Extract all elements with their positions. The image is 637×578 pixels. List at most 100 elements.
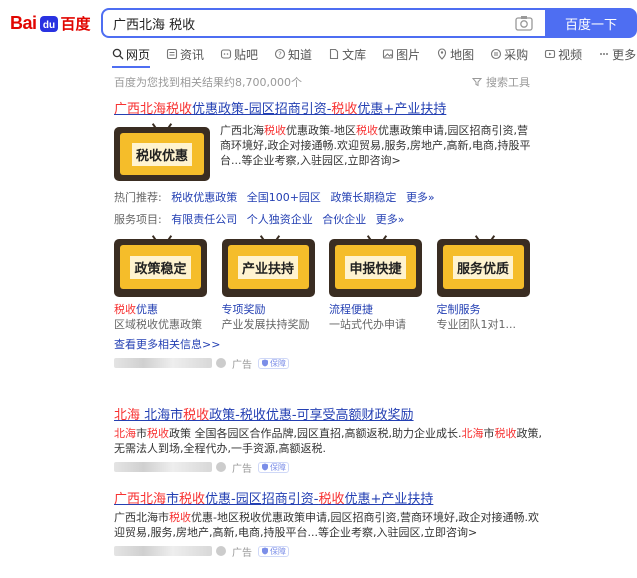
result-description: 北海市税收政策 全国各园区合作品牌,园区直招,高额返税,助力企业成长.北海市税收… bbox=[114, 426, 544, 456]
desc-highlight: 北海 bbox=[461, 427, 484, 440]
paw-icon: du bbox=[39, 16, 58, 32]
tab-label: 文库 bbox=[342, 47, 367, 62]
search-tools-label: 搜索工具 bbox=[486, 76, 530, 89]
badge-text: 保障 bbox=[270, 462, 286, 472]
map-icon bbox=[438, 48, 447, 60]
search-icon bbox=[112, 48, 124, 60]
tab-purchase[interactable]: 采购 bbox=[490, 44, 528, 64]
tab-label: 视频 bbox=[558, 47, 583, 62]
title-highlight: 税收 bbox=[318, 492, 345, 507]
service-cards: 政策稳定 税收优惠 区域税收优惠政策 产业扶持 专项奖励 产业发展扶持奖励 申报… bbox=[114, 235, 544, 332]
hot-more-link[interactable]: 更多» bbox=[406, 191, 435, 204]
search-tabs: 网页 资讯 贴吧 ? 知道 文库 图片 地图 采购 视频 更多 bbox=[112, 44, 637, 68]
search-button[interactable]: 百度一下 bbox=[545, 8, 637, 38]
result-title[interactable]: 北海 北海市税收政策-税收优惠-可享受高额财政奖励 bbox=[114, 404, 544, 423]
desc-text: 政策 全国各园区合作品牌,园区直招,高额返税,助力企业成长. bbox=[169, 427, 462, 440]
card-desc: 专业团队1对1... bbox=[436, 318, 517, 331]
blurred-url bbox=[114, 462, 212, 472]
tab-tieba[interactable]: 贴吧 bbox=[220, 44, 258, 64]
tab-label: 知道 bbox=[288, 47, 313, 62]
tab-image[interactable]: 图片 bbox=[382, 44, 420, 64]
tab-label: 更多 bbox=[612, 47, 637, 62]
tab-more[interactable]: 更多 bbox=[598, 44, 636, 64]
title-text: 优惠政策-园区招商引资- bbox=[192, 102, 332, 117]
guarantee-badge[interactable]: 保障 bbox=[258, 357, 289, 369]
hot-link[interactable]: 全国100+园区 bbox=[247, 191, 321, 204]
filter-icon bbox=[472, 78, 482, 87]
news-icon bbox=[166, 48, 178, 60]
tab-web[interactable]: 网页 bbox=[112, 44, 151, 68]
card-image-text: 服务优质 bbox=[452, 255, 513, 279]
result-title[interactable]: 广西北海税收优惠政策-园区招商引资-税收优惠+产业扶持 bbox=[114, 98, 544, 117]
service-card[interactable]: 产业扶持 专项奖励 产业发展扶持奖励 bbox=[221, 235, 324, 332]
search-input[interactable] bbox=[103, 10, 483, 36]
card-title[interactable]: 定制服务 bbox=[437, 303, 539, 317]
tab-label: 网页 bbox=[126, 47, 151, 62]
service-more-link[interactable]: 更多» bbox=[376, 213, 405, 226]
thumbnail-text: 税收优惠 bbox=[131, 142, 192, 166]
card-desc: 产业发展扶持奖励 bbox=[221, 318, 310, 331]
hot-link[interactable]: 税收优惠政策 bbox=[171, 191, 237, 204]
baidu-logo[interactable]: Bai du 百度 bbox=[10, 10, 91, 36]
tab-label: 采购 bbox=[504, 47, 529, 62]
guarantee-badge[interactable]: 保障 bbox=[258, 545, 289, 557]
ad-source-line: 广告 保障 bbox=[114, 544, 544, 559]
camera-icon[interactable] bbox=[515, 15, 533, 31]
card-title-text: 定制服务 bbox=[436, 303, 481, 316]
svg-text:?: ? bbox=[278, 51, 282, 59]
ad-source-line: 广告 保障 bbox=[114, 460, 544, 475]
guarantee-badge[interactable]: 保障 bbox=[258, 461, 289, 473]
service-items-row: 服务项目: 有限责任公司 个人独资企业 合伙企业 更多» bbox=[114, 211, 544, 227]
ad-label[interactable]: 广告 bbox=[232, 356, 252, 371]
tab-news[interactable]: 资讯 bbox=[166, 44, 204, 64]
desc-text: 市 bbox=[483, 427, 495, 440]
card-title[interactable]: 专项奖励 bbox=[222, 303, 324, 317]
desc-text: 市 bbox=[136, 427, 147, 440]
title-text: 政策-税收优惠-可享受高额财政奖励 bbox=[209, 408, 414, 423]
desc-text: 优惠政策-地区 bbox=[286, 124, 356, 137]
purchase-icon bbox=[491, 48, 502, 60]
hot-link[interactable]: 政策长期稳定 bbox=[330, 191, 396, 204]
tab-map[interactable]: 地图 bbox=[436, 44, 474, 64]
service-card[interactable]: 政策稳定 税收优惠 区域税收优惠政策 bbox=[114, 235, 216, 332]
card-title[interactable]: 流程便捷 bbox=[329, 303, 431, 317]
blurred-url bbox=[114, 546, 212, 556]
card-title-text: 优惠 bbox=[136, 303, 158, 316]
desc-highlight: 税收 bbox=[494, 427, 517, 440]
more-info-link[interactable]: 查看更多相关信息>> bbox=[114, 336, 544, 352]
shield-icon bbox=[262, 463, 268, 471]
search-box[interactable] bbox=[101, 8, 545, 38]
info-icon[interactable] bbox=[216, 546, 226, 556]
desc-text: 广西北海 bbox=[220, 124, 264, 137]
card-desc: 一站式代办申请 bbox=[329, 318, 406, 331]
desc-text: 广西北海市 bbox=[114, 511, 169, 524]
info-icon[interactable] bbox=[216, 462, 226, 472]
service-card[interactable]: 服务优质 定制服务 专业团队1对1... bbox=[436, 235, 539, 332]
card-image-text: 政策稳定 bbox=[130, 255, 191, 279]
hot-label: 热门推荐: bbox=[114, 191, 162, 204]
service-card[interactable]: 申报快捷 流程便捷 一站式代办申请 bbox=[329, 235, 431, 332]
result-title[interactable]: 广西北海市税收优惠-园区招商引资-税收优惠+产业扶持 bbox=[114, 488, 544, 507]
card-title[interactable]: 税收优惠 bbox=[114, 303, 216, 317]
tab-wenku[interactable]: 文库 bbox=[328, 44, 366, 64]
tab-zhidao[interactable]: ? 知道 bbox=[274, 44, 312, 64]
title-highlight: 北海 bbox=[114, 408, 141, 423]
result-thumbnail[interactable]: 税收优惠 bbox=[114, 123, 210, 183]
tab-label: 资讯 bbox=[180, 47, 205, 62]
ad-label[interactable]: 广告 bbox=[232, 460, 252, 475]
service-link[interactable]: 合伙企业 bbox=[322, 213, 366, 226]
service-link[interactable]: 个人独资企业 bbox=[247, 213, 313, 226]
title-highlight: 广西北海 bbox=[114, 492, 167, 507]
card-image-text: 申报快捷 bbox=[345, 255, 406, 279]
title-highlight: 税收 bbox=[331, 102, 358, 117]
tab-label: 图片 bbox=[396, 47, 421, 62]
title-highlight: 税收 bbox=[179, 492, 206, 507]
title-text: 市 bbox=[166, 492, 180, 507]
service-link[interactable]: 有限责任公司 bbox=[171, 213, 237, 226]
tab-video[interactable]: 视频 bbox=[544, 44, 582, 64]
desc-highlight: 税收 bbox=[355, 124, 378, 137]
ad-label[interactable]: 广告 bbox=[232, 544, 252, 559]
search-tools-button[interactable]: 搜索工具 bbox=[472, 74, 530, 90]
info-icon[interactable] bbox=[216, 358, 226, 368]
badge-text: 保障 bbox=[270, 546, 286, 556]
